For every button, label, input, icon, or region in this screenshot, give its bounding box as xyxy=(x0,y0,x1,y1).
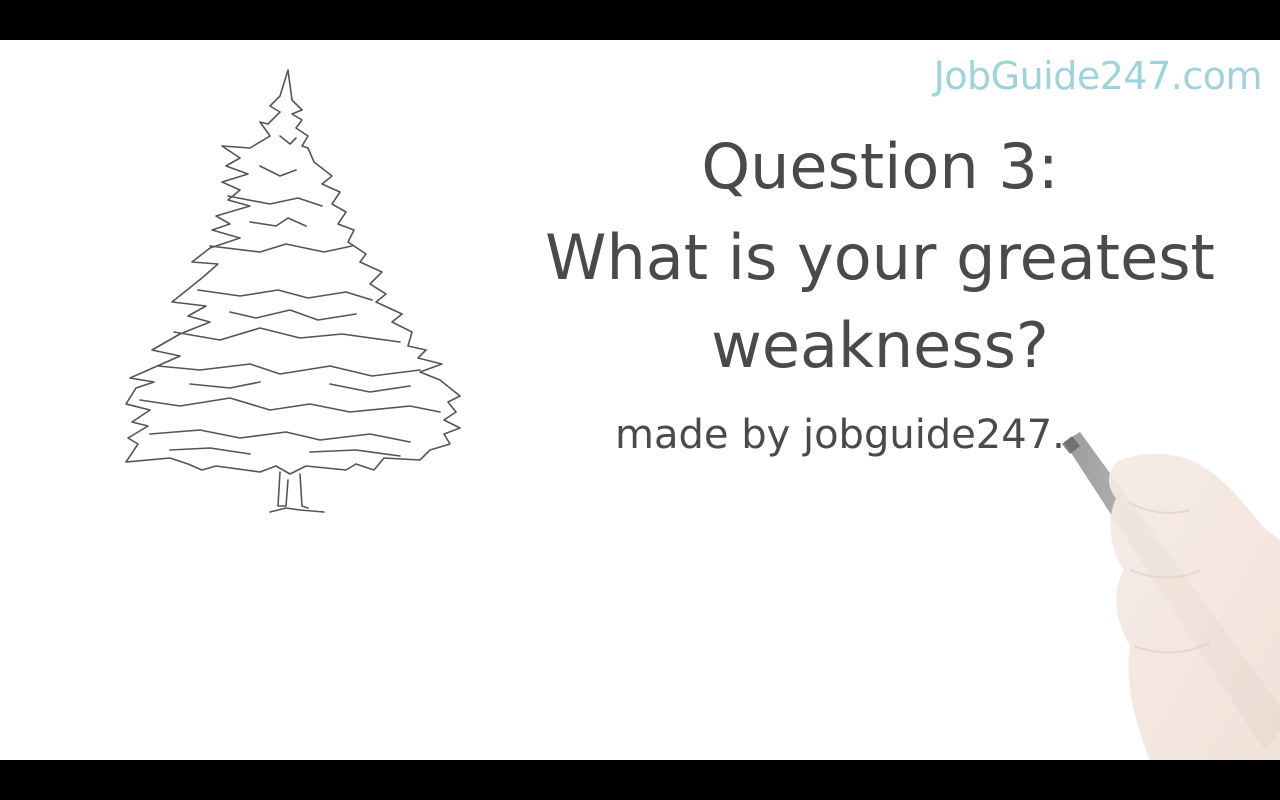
credit-text: made by jobguide247. xyxy=(615,412,1065,458)
whiteboard-canvas: JobGuide247.com Question 3: What is your… xyxy=(0,40,1280,760)
watermark-logo: JobGuide247.com xyxy=(933,54,1263,98)
hand-with-marker-illustration xyxy=(1062,432,1280,760)
question-line-2: weakness? xyxy=(711,309,1049,382)
question-title: Question 3: xyxy=(701,130,1059,203)
question-text: What is your greatest weakness? xyxy=(500,214,1260,390)
pine-tree-illustration xyxy=(125,69,461,513)
question-line-1: What is your greatest xyxy=(545,221,1215,294)
video-frame: JobGuide247.com Question 3: What is your… xyxy=(0,0,1280,800)
